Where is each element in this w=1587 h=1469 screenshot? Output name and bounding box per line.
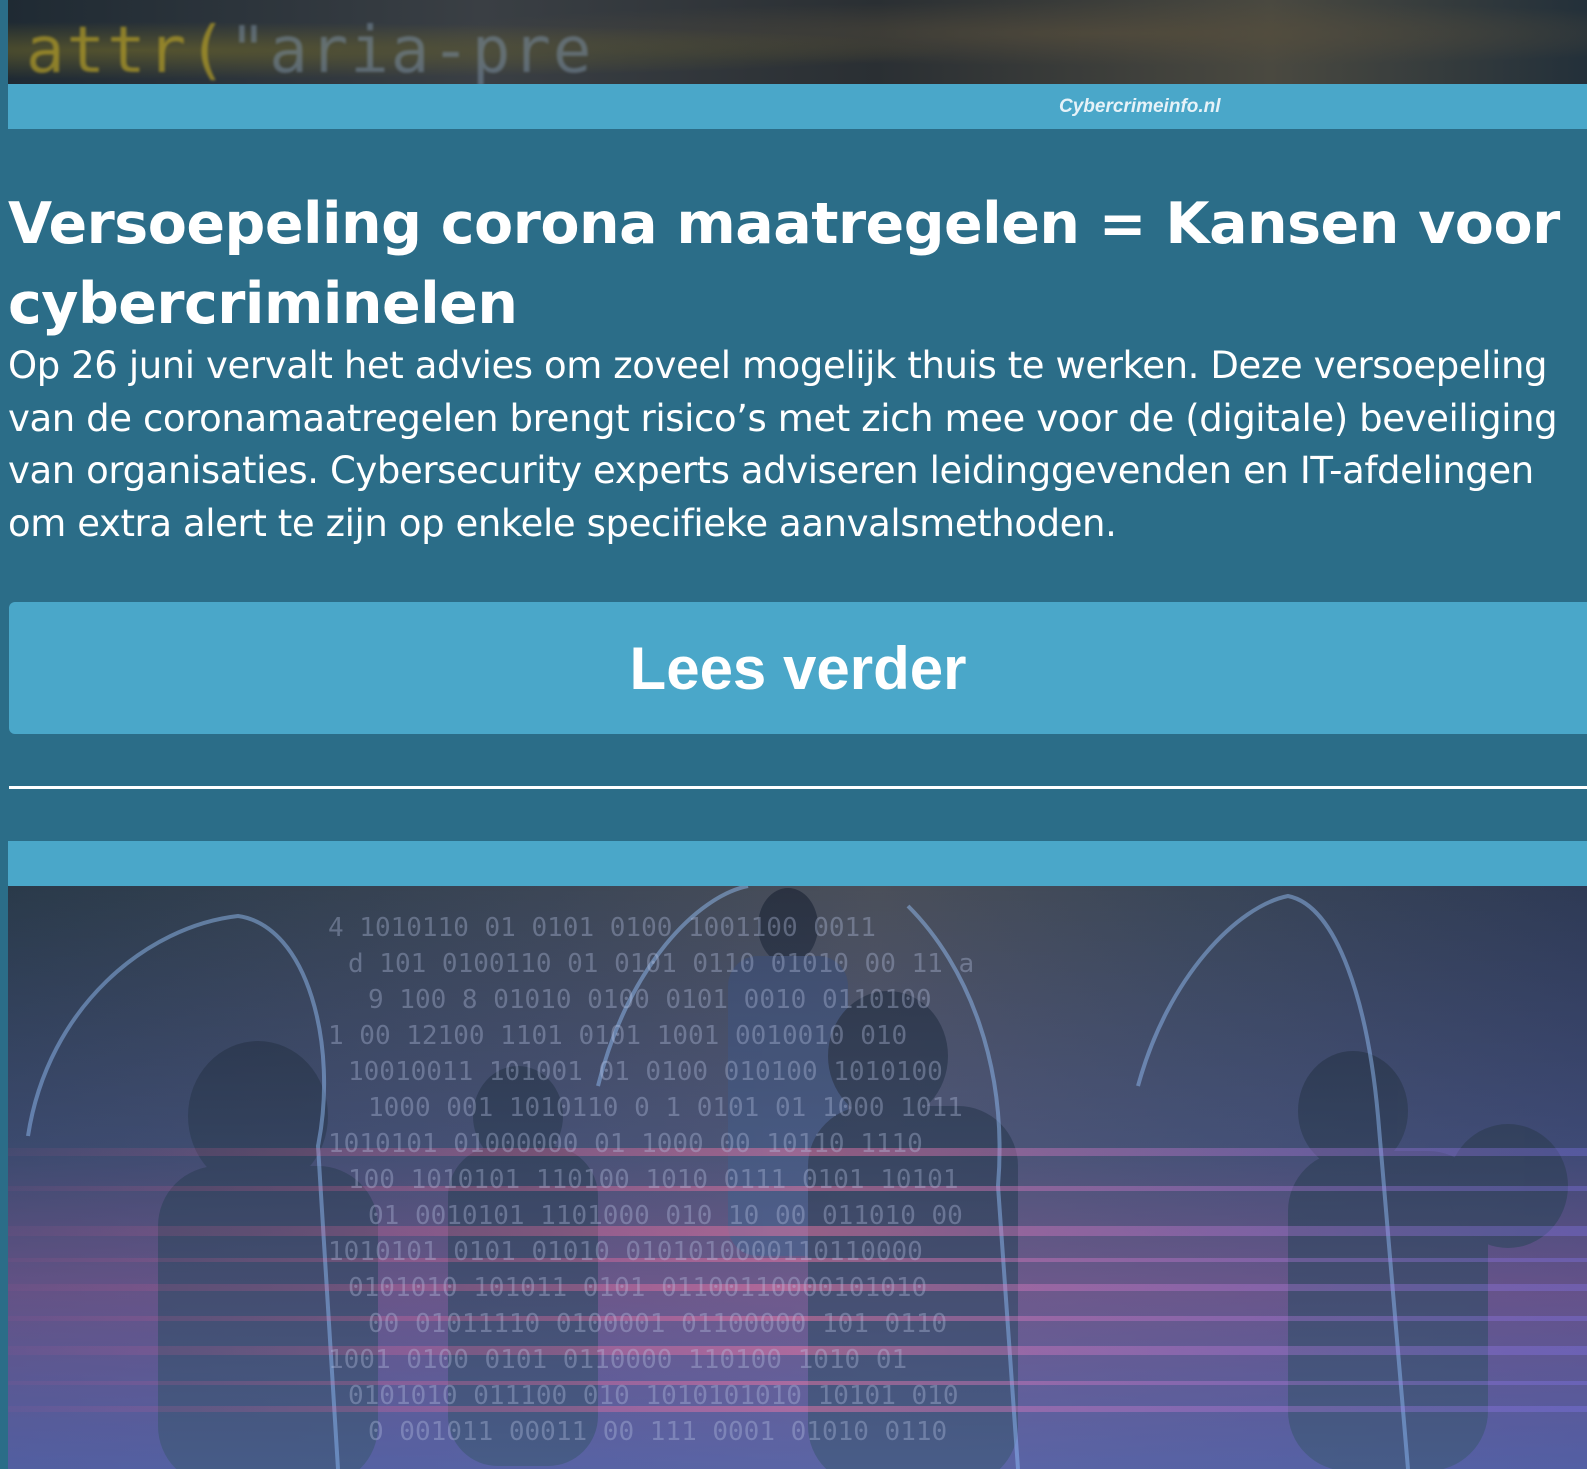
- hero-code-text: "aria-pre: [228, 14, 594, 84]
- binary-row: 9 100 8 01010 0100 0101 0010 0110100: [368, 985, 932, 1015]
- binary-row: 0101010 101011 0101 01100110000101010: [348, 1273, 927, 1303]
- binary-row: 00 01011110 0100001 01100000 101 0110: [368, 1309, 947, 1339]
- binary-row: 1001 0100 0101 0110000 110100 1010 01: [328, 1345, 907, 1375]
- binary-row: 0101010 011100 010 1010101010 10101 010: [348, 1381, 958, 1411]
- hero-image-bottom: 4 1010110 01 0101 0100 1001100 0011 d 101…: [8, 886, 1587, 1469]
- binary-row: 100 1010101 110100 1010 0111 0101 10101: [348, 1165, 958, 1195]
- image-caption-bar-2: [8, 841, 1587, 886]
- binary-row: 1010101 01000000 01 1000 00 10110 1110: [328, 1129, 923, 1159]
- binary-row: 10010011 101001 01 0100 010100 1010100: [348, 1057, 943, 1087]
- binary-row: 1 00 12100 1101 0101 1001 0010010 010: [328, 1021, 907, 1051]
- binary-row: 4 1010110 01 0101 0100 1001100 0011: [328, 913, 876, 943]
- article-intro: Op 26 juni vervalt het advies om zoveel …: [8, 344, 1558, 545]
- article-title: Versoepeling corona maatregelen = Kansen…: [8, 191, 1560, 337]
- binary-row: 0 001011 00011 00 111 0001 01010 0110: [368, 1417, 947, 1447]
- hero-code-overlay: attr("aria-pre: [26, 14, 593, 84]
- binary-row: 1010101 0101 01010 0101010000110110000: [328, 1237, 923, 1267]
- image-caption-bar: [8, 84, 1587, 129]
- binary-row: d 101 0100110 01 0101 0110 01010 00 11 a: [348, 949, 974, 979]
- page: attr("aria-pre Cybercrimeinfo.nl Versoep…: [0, 0, 1587, 1469]
- binary-row: 01 0010101 1101000 010 10 00 011010 00: [368, 1201, 963, 1231]
- hero-code-prefix: attr(: [26, 14, 229, 84]
- binary-row: 1000 001 1010110 0 1 0101 01 1000 1011: [368, 1093, 963, 1123]
- divider: [9, 786, 1587, 789]
- binary-code-overlay: 4 1010110 01 0101 0100 1001100 0011 d 101…: [328, 913, 974, 1447]
- read-more-button[interactable]: Lees verder: [9, 602, 1587, 734]
- hero-image-top: attr("aria-pre: [8, 0, 1587, 84]
- hero-illustration: 4 1010110 01 0101 0100 1001100 0011 d 101…: [8, 886, 1587, 1469]
- image-caption: Cybercrimeinfo.nl: [1059, 96, 1221, 117]
